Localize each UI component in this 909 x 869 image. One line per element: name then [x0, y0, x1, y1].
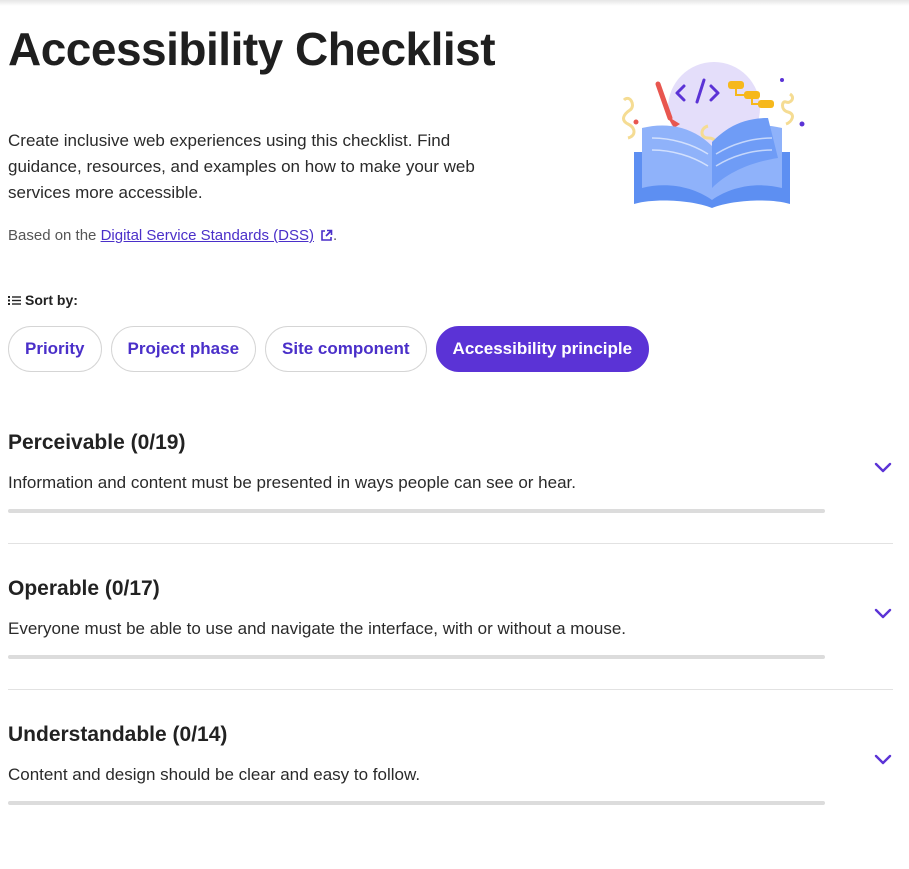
section-description: Everyone must be able to use and navigat… [8, 619, 627, 638]
sort-option-site-component[interactable]: Site component [265, 326, 427, 372]
section-progress-bar [8, 509, 825, 513]
sort-option-priority[interactable]: Priority [8, 326, 102, 372]
sort-option-project-phase[interactable]: Project phase [110, 326, 257, 372]
top-shadow [0, 0, 909, 6]
section-perceivable[interactable]: Perceivable (0/19) Information and conte… [8, 431, 893, 577]
sort-option-accessibility-principle[interactable]: Accessibility principle [435, 326, 650, 372]
sort-options: Priority Project phase Site component Ac… [8, 326, 650, 372]
dss-link-text[interactable]: Digital Service Standards (DSS) [101, 227, 314, 244]
section-divider [8, 543, 893, 544]
open-book-illustration [622, 62, 805, 208]
dss-link[interactable]: Digital Service Standards (DSS) [101, 227, 333, 244]
page-title: Accessibility Checklist [8, 23, 496, 75]
based-on-note: Based on the Digital Service Standards (… [8, 227, 337, 244]
chevron-down-icon[interactable] [873, 753, 893, 767]
chevron-down-icon[interactable] [873, 461, 893, 475]
based-suffix: . [333, 227, 338, 244]
section-title: Operable (0/17) [8, 577, 160, 600]
section-understandable[interactable]: Understandable (0/14) Content and design… [8, 723, 893, 869]
list-icon [8, 296, 21, 305]
section-progress-bar [8, 655, 825, 659]
section-divider [8, 689, 893, 690]
page-intro: Create inclusive web experiences using t… [8, 131, 475, 202]
sort-by-text: Sort by: [25, 292, 78, 308]
external-link-icon [321, 229, 333, 241]
sort-by-label: Sort by: [8, 292, 78, 308]
section-description: Content and design should be clear and e… [8, 765, 421, 784]
chevron-down-icon[interactable] [873, 607, 893, 621]
section-operable[interactable]: Operable (0/17) Everyone must be able to… [8, 577, 893, 723]
section-progress-bar [8, 801, 825, 805]
section-description: Information and content must be presente… [8, 473, 576, 492]
based-prefix: Based on the [8, 227, 101, 244]
section-title: Perceivable (0/19) [8, 431, 186, 454]
section-title: Understandable (0/14) [8, 723, 228, 746]
